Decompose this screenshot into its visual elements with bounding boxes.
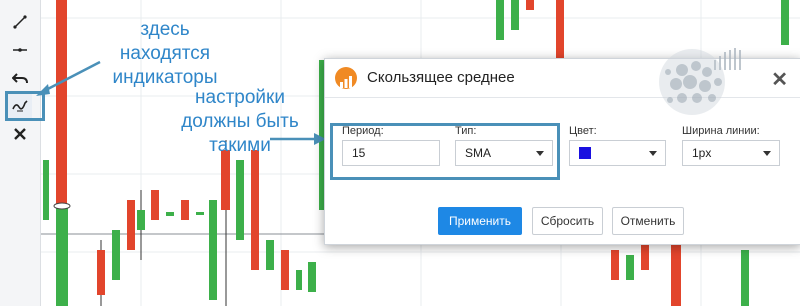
horizontal-line-tool[interactable] bbox=[8, 38, 32, 62]
candle-bear bbox=[556, 0, 564, 60]
undo-icon bbox=[12, 73, 28, 84]
candle-bull bbox=[209, 200, 217, 300]
candle-bear bbox=[221, 150, 230, 210]
candle-bear bbox=[127, 200, 135, 250]
chevron-down-icon bbox=[763, 151, 771, 156]
line-width-select[interactable]: 1px bbox=[682, 140, 780, 166]
remove-all-button[interactable] bbox=[8, 122, 32, 146]
candle-bull bbox=[112, 230, 120, 280]
type-select[interactable]: SMA bbox=[455, 140, 553, 166]
candle-bear bbox=[611, 250, 619, 280]
candle-bear bbox=[281, 250, 289, 290]
candle-bull bbox=[196, 212, 204, 215]
cancel-button[interactable]: Отменить bbox=[612, 207, 684, 235]
candle-bull bbox=[43, 160, 49, 220]
color-select[interactable] bbox=[569, 140, 666, 166]
color-swatch bbox=[579, 147, 591, 159]
candle-bull bbox=[236, 160, 244, 240]
candle-bull bbox=[781, 0, 789, 45]
close-icon bbox=[14, 128, 26, 140]
globe-watermark-icon bbox=[659, 48, 741, 115]
candle-bear bbox=[526, 0, 534, 10]
candle-bull bbox=[308, 262, 316, 292]
horizontal-line-icon bbox=[13, 48, 27, 52]
chevron-down-icon bbox=[649, 151, 657, 156]
color-label: Цвет: bbox=[569, 125, 597, 137]
period-label: Период: bbox=[342, 125, 384, 137]
line-width-label: Ширина линии: bbox=[682, 125, 760, 137]
annotation-arrow-1 bbox=[36, 60, 101, 96]
period-input[interactable]: 15 bbox=[342, 140, 440, 166]
reset-button[interactable]: Сбросить bbox=[532, 207, 603, 235]
candle-bull bbox=[626, 255, 634, 280]
type-select-value: SMA bbox=[465, 146, 492, 160]
candle-bear bbox=[151, 190, 159, 220]
line-width-value: 1px bbox=[692, 146, 712, 160]
trend-line-icon bbox=[13, 15, 27, 29]
annotation-arrow-2 bbox=[270, 133, 326, 145]
dialog-title: Скользящее среднее bbox=[367, 69, 515, 86]
candle-bear bbox=[181, 200, 189, 220]
chevron-down-icon bbox=[536, 151, 544, 156]
candle-bull bbox=[741, 250, 749, 306]
dialog-close-button[interactable]: ✕ bbox=[771, 67, 788, 92]
annotation-toolbar-hint: здесь находятся индикаторы bbox=[112, 19, 218, 88]
trend-line-tool[interactable] bbox=[8, 10, 32, 34]
stage: здесь находятся индикаторы настройки дол… bbox=[0, 0, 800, 306]
candle-bull bbox=[511, 0, 519, 30]
candle-bull bbox=[56, 205, 68, 306]
price-marker bbox=[53, 202, 71, 210]
candle-bull bbox=[296, 270, 302, 290]
drawing-toolbar bbox=[0, 0, 41, 306]
candle-bull bbox=[166, 212, 174, 216]
candle-bear bbox=[97, 250, 105, 295]
candle-bear bbox=[56, 0, 67, 205]
candle-bear bbox=[671, 245, 681, 306]
candle-bull bbox=[266, 240, 274, 270]
indicator-logo-icon bbox=[335, 67, 357, 89]
candle-bull bbox=[137, 210, 145, 230]
apply-button[interactable]: Применить bbox=[438, 207, 522, 235]
type-label: Тип: bbox=[455, 125, 477, 137]
undo-button[interactable] bbox=[8, 66, 32, 90]
candle-bear bbox=[251, 150, 259, 270]
candle-bull bbox=[496, 0, 504, 40]
